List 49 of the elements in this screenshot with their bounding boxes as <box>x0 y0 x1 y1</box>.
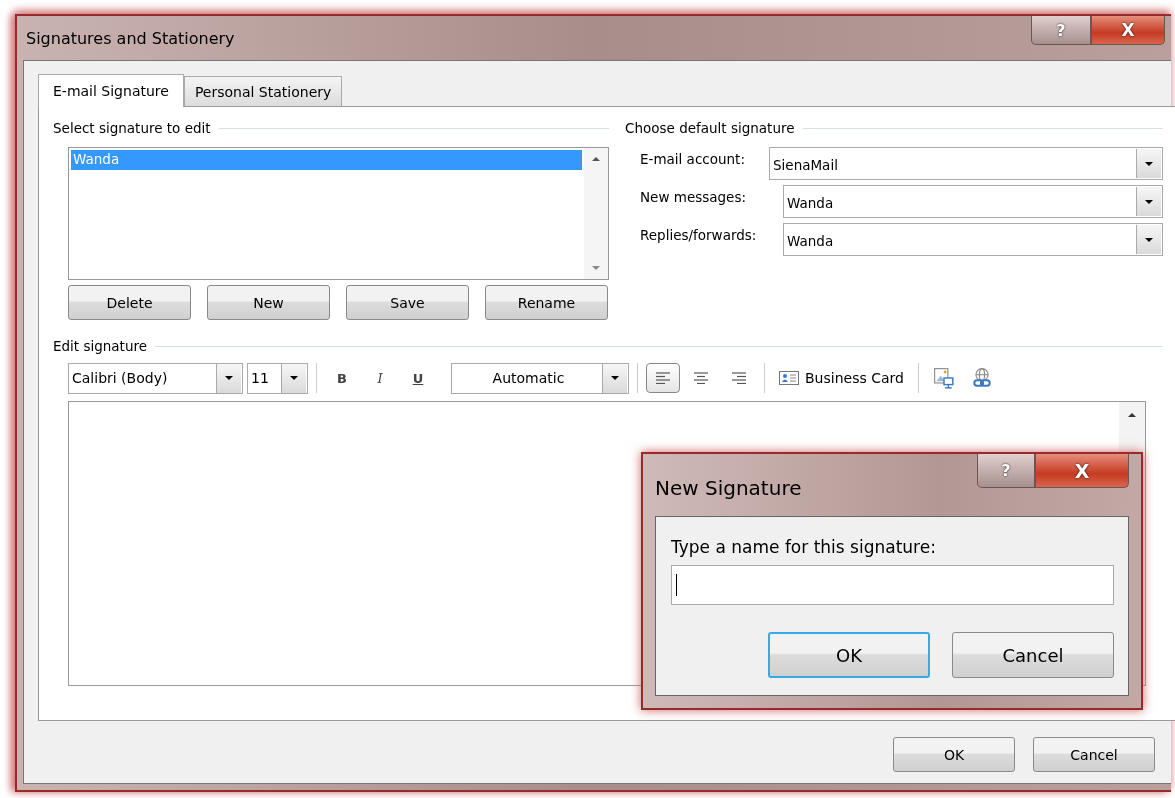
close-button[interactable]: X <box>1035 454 1129 488</box>
scrollbar[interactable] <box>584 148 608 279</box>
dropdown-arrow-icon <box>1144 160 1154 167</box>
dialog-button[interactable]: OK <box>893 737 1015 772</box>
dropdown-field[interactable]: Wanda <box>783 185 1163 218</box>
align-lines-icon <box>693 372 709 384</box>
insert-picture-icon[interactable] <box>932 367 955 389</box>
dropdown-field[interactable]: SienaMail <box>769 147 1163 180</box>
tab[interactable]: Personal Stationery <box>183 76 343 106</box>
prompt-label: Type a name for this signature: <box>671 537 937 557</box>
dialog-button[interactable]: OK <box>768 632 930 678</box>
scroll-up-icon[interactable] <box>591 156 601 162</box>
dropdown-field[interactable]: Wanda <box>783 223 1163 256</box>
dropdown-arrow-icon <box>1144 236 1154 243</box>
name-input-field[interactable] <box>671 565 1114 605</box>
scroll-down-icon[interactable] <box>591 265 601 271</box>
signature-button[interactable]: New <box>207 285 330 320</box>
signature-button[interactable]: Save <box>346 285 469 320</box>
section-heading: Choose default signature <box>625 120 795 136</box>
dropdown-arrow-icon <box>610 375 620 381</box>
close-button[interactable]: X <box>1091 16 1165 45</box>
align-lines-icon <box>731 372 747 384</box>
field-label: New messages: <box>640 188 747 205</box>
size-dropdown[interactable]: 11 <box>247 362 308 394</box>
dialog-title: New Signature <box>655 476 802 502</box>
align-left-button[interactable] <box>646 363 680 393</box>
dropdown-arrow-icon <box>224 375 234 381</box>
align-lines-icon <box>655 372 671 384</box>
contact-card-icon <box>779 371 799 385</box>
field-label: Replies/forwards: <box>640 226 758 243</box>
dialog-button[interactable]: Cancel <box>1033 737 1155 772</box>
field-label: E-mail account: <box>640 150 746 167</box>
underline-button[interactable]: U <box>401 364 435 392</box>
color-dropdown[interactable]: Automatic <box>451 362 629 394</box>
signature-button[interactable]: Delete <box>68 285 191 320</box>
bold-button[interactable]: B <box>325 364 359 392</box>
scroll-up-icon[interactable] <box>1127 412 1137 418</box>
business-card-button[interactable]: Business Card <box>773 363 910 393</box>
dropdown-arrow-icon <box>289 375 299 381</box>
tab[interactable]: E-mail Signature <box>38 74 184 107</box>
italic-button[interactable]: I <box>363 364 397 392</box>
section-heading: Edit signature <box>53 338 148 354</box>
dropdown-arrow-icon <box>1144 198 1154 205</box>
section-heading: Select signature to edit <box>53 120 211 136</box>
signature-button[interactable]: Rename <box>485 285 608 320</box>
font-dropdown[interactable]: Calibri (Body) <box>68 362 243 394</box>
window-title: Signatures and Stationery <box>26 28 235 48</box>
hyperlink-icon[interactable] <box>970 367 993 389</box>
dialog-button[interactable]: Cancel <box>952 632 1114 678</box>
